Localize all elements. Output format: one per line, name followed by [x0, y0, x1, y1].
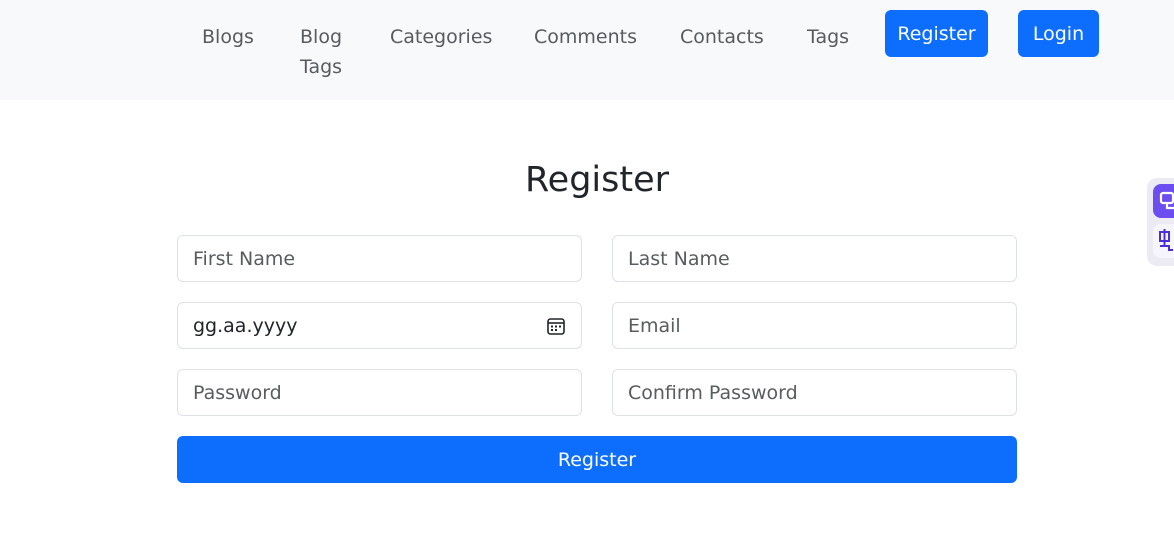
extension-icon[interactable]: [1153, 184, 1174, 218]
birth-date-field[interactable]: gg.aa.yyyy: [177, 302, 582, 349]
register-submit-button[interactable]: Register: [177, 436, 1017, 483]
date-field-value: gg.aa.yyyy: [193, 314, 298, 337]
nav-link-blog-tags[interactable]: Blog Tags: [300, 22, 352, 82]
confirm-password-field[interactable]: [612, 369, 1017, 416]
nav-login-button[interactable]: Login: [1018, 10, 1099, 57]
side-widget: [1147, 178, 1174, 266]
nav-link-contacts[interactable]: Contacts: [680, 22, 764, 52]
last-name-field[interactable]: [612, 235, 1017, 282]
nav-link-tags[interactable]: Tags: [807, 22, 849, 52]
page-title: Register: [524, 160, 670, 200]
password-field[interactable]: [177, 369, 582, 416]
nav-register-button[interactable]: Register: [885, 10, 988, 57]
translate-icon[interactable]: [1153, 224, 1174, 258]
email-field[interactable]: [612, 302, 1017, 349]
calendar-icon[interactable]: [546, 316, 566, 336]
nav-link-comments[interactable]: Comments: [534, 22, 637, 52]
navbar: Blogs Blog Tags Categories Comments Cont…: [0, 0, 1174, 100]
nav-link-blogs[interactable]: Blogs: [202, 22, 254, 52]
nav-link-categories[interactable]: Categories: [390, 22, 492, 52]
first-name-field[interactable]: [177, 235, 582, 282]
